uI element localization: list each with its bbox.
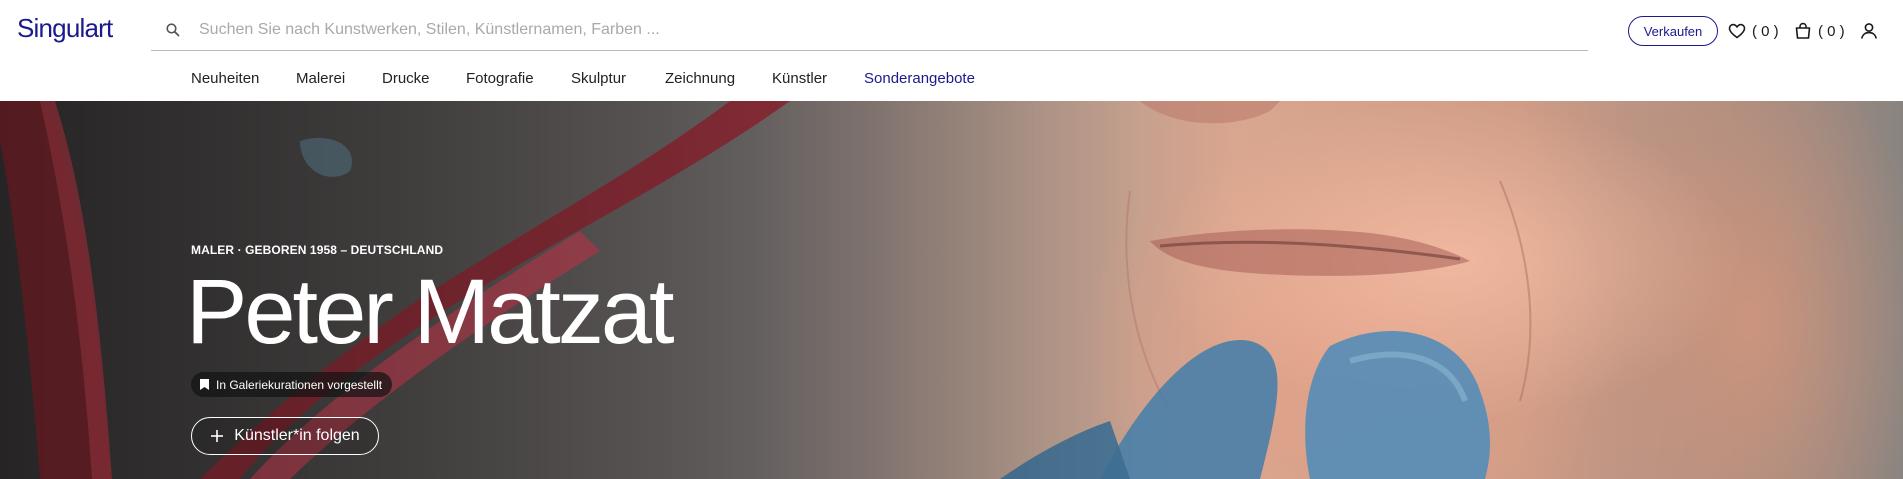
wishlist-button[interactable]: ( 0 ) <box>1728 18 1779 44</box>
plus-icon <box>211 430 224 442</box>
main-nav: Neuheiten Malerei Drucke Fotografie Skul… <box>0 62 1903 100</box>
nav-item-kuenstler[interactable]: Künstler <box>772 70 827 87</box>
sell-button[interactable]: Verkaufen <box>1628 16 1718 46</box>
nav-item-drucke[interactable]: Drucke <box>382 70 430 87</box>
site-header: Singulart Verkaufen ( 0 ) ( 0 ) <box>0 0 1903 58</box>
cart-button[interactable]: ( 0 ) <box>1794 18 1845 44</box>
gallery-curation-badge: In Galeriekurationen vorgestellt <box>191 372 393 397</box>
follow-artist-button[interactable]: Künstler*in folgen <box>191 417 379 455</box>
nav-item-malerei[interactable]: Malerei <box>296 70 345 87</box>
bookmark-icon <box>200 379 209 390</box>
user-icon <box>1861 23 1877 39</box>
nav-item-zeichnung[interactable]: Zeichnung <box>665 70 735 87</box>
heart-icon <box>1728 23 1746 39</box>
search-icon[interactable] <box>165 22 181 38</box>
wishlist-count: ( 0 ) <box>1752 22 1779 40</box>
logo[interactable]: Singulart <box>17 13 113 44</box>
search-bar <box>151 10 1588 51</box>
artist-hero: MALER · GEBOREN 1958 – DEUTSCHLAND Peter… <box>0 101 1903 479</box>
artist-meta: MALER · GEBOREN 1958 – DEUTSCHLAND <box>191 243 444 257</box>
shopping-bag-icon <box>1795 22 1811 39</box>
badge-label: In Galeriekurationen vorgestellt <box>216 377 383 392</box>
nav-item-skulptur[interactable]: Skulptur <box>571 70 626 87</box>
nav-item-sonderangebote[interactable]: Sonderangebote <box>864 70 975 87</box>
account-button[interactable] <box>1860 18 1878 44</box>
follow-label: Künstler*in folgen <box>234 427 360 444</box>
nav-item-fotografie[interactable]: Fotografie <box>466 70 534 87</box>
artist-name: Peter Matzat <box>186 261 675 363</box>
cart-count: ( 0 ) <box>1818 22 1845 40</box>
search-input[interactable] <box>199 18 1569 42</box>
nav-item-neuheiten[interactable]: Neuheiten <box>191 70 259 87</box>
